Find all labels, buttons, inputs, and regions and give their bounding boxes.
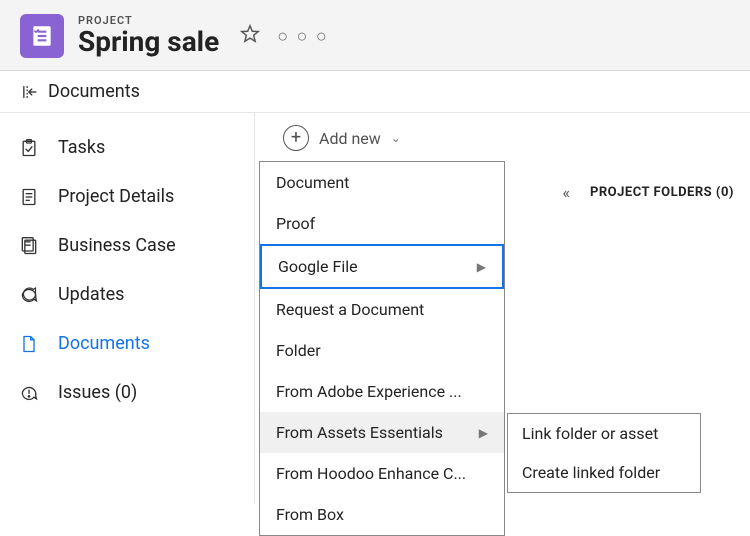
nav-label: Project Details	[58, 186, 174, 207]
documents-stack-icon	[18, 236, 40, 256]
dropdown-label: Document	[276, 173, 349, 192]
dropdown-label: Proof	[276, 214, 315, 233]
more-menu-icon[interactable]: ○ ○ ○	[277, 26, 329, 47]
dropdown-item-box[interactable]: From Box	[260, 494, 504, 535]
project-folders-label: PROJECT FOLDERS (0)	[590, 185, 734, 200]
dropdown-item-google-file[interactable]: Google File ▶	[260, 244, 504, 289]
document-lines-icon	[18, 187, 40, 207]
nav-label: Tasks	[58, 137, 105, 158]
add-new-button[interactable]: + Add new ⌄	[283, 125, 401, 151]
dropdown-label: Folder	[276, 341, 321, 360]
nav-label: Issues (0)	[58, 382, 137, 403]
nav-business-case[interactable]: Business Case	[0, 221, 254, 270]
chat-bubble-icon	[18, 285, 40, 305]
nav-label: Updates	[58, 284, 124, 305]
clipboard-check-icon	[18, 138, 40, 158]
documents-toolbar: + Add new ⌄	[255, 113, 750, 163]
nav-label: Business Case	[58, 235, 176, 256]
submenu-link-folder-asset[interactable]: Link folder or asset	[508, 414, 700, 453]
chevron-right-icon: ▶	[479, 426, 488, 440]
dropdown-item-proof[interactable]: Proof	[260, 203, 504, 244]
dropdown-item-hoodoo-enhance[interactable]: From Hoodoo Enhance C...	[260, 453, 504, 494]
dropdown-label: Google File	[278, 257, 358, 276]
project-header: PROJECT Spring sale ○ ○ ○	[0, 0, 750, 71]
main-panel: + Add new ⌄ Document Proof Google File ▶…	[255, 113, 750, 504]
dropdown-label: From Adobe Experience ...	[276, 382, 462, 401]
submenu-create-linked-folder[interactable]: Create linked folder	[508, 453, 700, 492]
dropdown-label: From Hoodoo Enhance C...	[276, 464, 466, 483]
chevron-down-icon: ⌄	[391, 131, 401, 145]
page-title: Documents	[48, 81, 140, 102]
nav-label: Documents	[58, 333, 150, 354]
content-area: Tasks Project Details Business Case Upda…	[0, 113, 750, 504]
document-icon	[18, 334, 40, 354]
back-icon[interactable]	[18, 82, 38, 102]
dropdown-label: Request a Document	[276, 300, 424, 319]
dropdown-item-folder[interactable]: Folder	[260, 330, 504, 371]
add-new-dropdown: Document Proof Google File ▶ Request a D…	[259, 161, 505, 536]
chevron-right-icon: ▶	[477, 260, 486, 274]
project-icon	[20, 14, 64, 58]
nav-issues[interactable]: Issues (0)	[0, 368, 254, 417]
header-actions: ○ ○ ○	[239, 23, 329, 49]
page-subheader: Documents	[0, 71, 750, 113]
project-title: Spring sale	[78, 27, 219, 58]
dropdown-label: From Assets Essentials	[276, 423, 443, 442]
assets-essentials-submenu: Link folder or asset Create linked folde…	[507, 413, 701, 493]
submenu-label: Link folder or asset	[522, 424, 658, 443]
nav-updates[interactable]: Updates	[0, 270, 254, 319]
dropdown-label: From Box	[276, 505, 344, 524]
dropdown-item-document[interactable]: Document	[260, 162, 504, 203]
dropdown-item-assets-essentials[interactable]: From Assets Essentials ▶	[260, 412, 504, 453]
favorite-star-icon[interactable]	[239, 23, 261, 49]
left-nav: Tasks Project Details Business Case Upda…	[0, 113, 255, 504]
collapse-panel-icon[interactable]: «	[562, 183, 570, 202]
dropdown-item-request-document[interactable]: Request a Document	[260, 289, 504, 330]
plus-circle-icon: +	[283, 125, 309, 151]
nav-project-details[interactable]: Project Details	[0, 172, 254, 221]
nav-tasks[interactable]: Tasks	[0, 123, 254, 172]
submenu-label: Create linked folder	[522, 463, 660, 482]
dropdown-item-adobe-experience[interactable]: From Adobe Experience ...	[260, 371, 504, 412]
alert-bubble-icon	[18, 383, 40, 403]
nav-documents[interactable]: Documents	[0, 319, 254, 368]
add-new-label: Add new	[319, 129, 381, 148]
project-title-block: PROJECT Spring sale	[78, 14, 219, 58]
right-panel: « PROJECT FOLDERS (0)	[546, 169, 750, 216]
